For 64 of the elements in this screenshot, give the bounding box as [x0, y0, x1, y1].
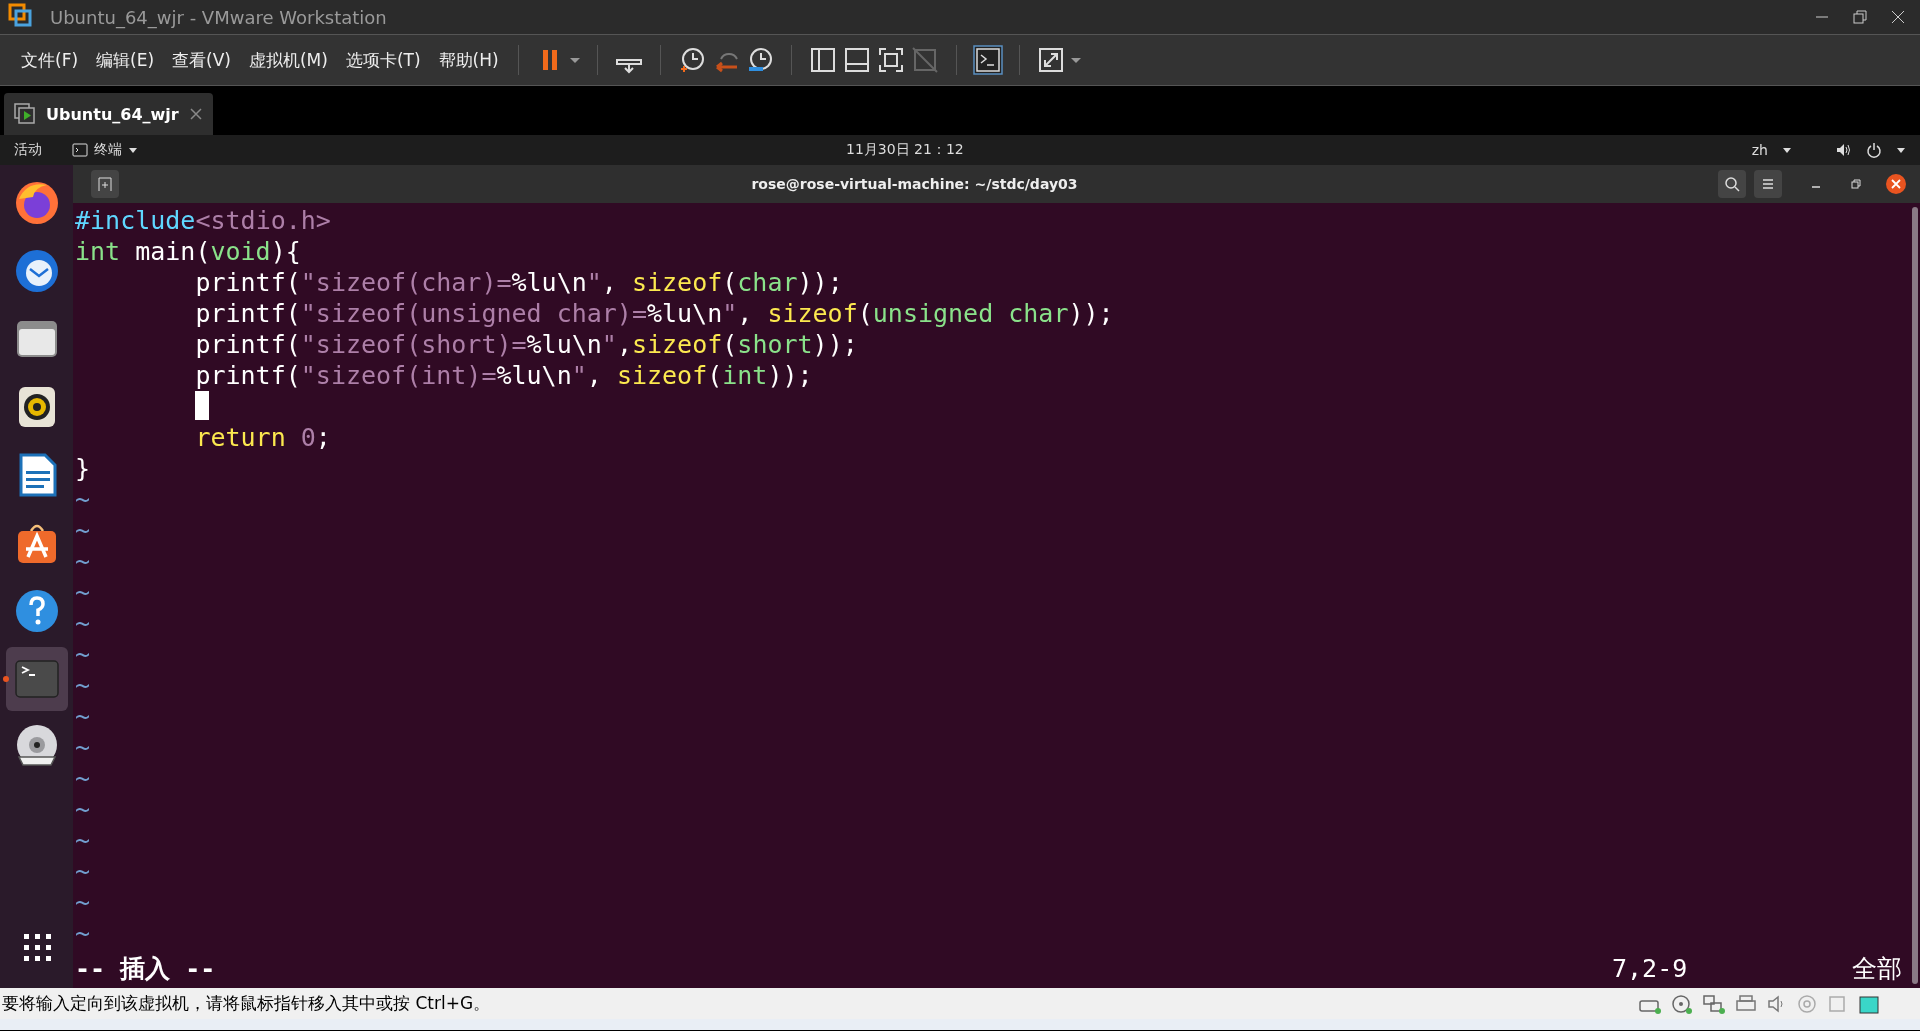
vm-tab[interactable]: Ubuntu_64_wjr	[4, 93, 213, 135]
empty-line-marker: ~	[75, 515, 92, 546]
status-message: 要将输入定向到该虚拟机，请将鼠标指针移入其中或按 Ctrl+G。	[2, 992, 492, 1015]
code-line: return 0;	[194, 422, 332, 453]
scrollbar[interactable]	[1912, 207, 1918, 984]
input-method[interactable]: zh	[1751, 142, 1768, 158]
empty-line-marker: ~	[75, 701, 92, 732]
vm-icon	[14, 103, 36, 125]
empty-line-marker: ~	[75, 732, 92, 763]
restore-icon[interactable]	[1849, 177, 1863, 191]
code-line: printf("sizeof(short)=%lu\n",sizeof(short));	[194, 329, 859, 360]
text-cursor	[195, 391, 210, 420]
close-icon[interactable]	[1885, 173, 1907, 195]
menu-item[interactable]: 文件(F)	[12, 48, 88, 72]
menu-icon	[1760, 176, 1776, 192]
cd-icon[interactable]	[1670, 992, 1694, 1015]
menu-item[interactable]: 选项卡(T)	[336, 48, 430, 72]
empty-line-marker: ~	[75, 887, 92, 918]
search-icon	[1724, 176, 1740, 192]
app-grid-icon[interactable]	[21, 932, 52, 962]
menu-item[interactable]: 查看(V)	[163, 48, 240, 72]
empty-line-marker: ~	[75, 918, 92, 949]
empty-line-marker: ~	[75, 670, 92, 701]
code-line: printf("sizeof(char)=%lu\n", sizeof(char));	[194, 267, 844, 298]
app-menu[interactable]: 终端	[94, 141, 122, 159]
empty-line-marker: ~	[75, 825, 92, 856]
empty-line-marker: ~	[75, 577, 92, 608]
network-icon[interactable]	[1702, 992, 1726, 1015]
restore-icon[interactable]	[1852, 9, 1868, 25]
new-tab-icon	[97, 176, 113, 192]
scroll-position: 全部	[1852, 953, 1902, 984]
empty-line-marker: ~	[75, 856, 92, 887]
menu-item[interactable]: 虚拟机(M)	[239, 48, 337, 72]
caret-icon[interactable]	[1896, 145, 1906, 155]
app-logo-icon	[8, 3, 32, 27]
terminal-title: rose@rose-virtual-machine: ~/stdc/day03	[750, 176, 1079, 192]
terminal-icon	[72, 143, 88, 157]
power-icon[interactable]	[1866, 142, 1882, 158]
empty-line-marker: ~	[75, 763, 92, 794]
code-line: #include<stdio.h>	[75, 205, 332, 236]
new-tab-button[interactable]	[91, 170, 119, 198]
code-line: int main(void){	[75, 236, 302, 267]
caret-icon[interactable]	[1782, 145, 1792, 155]
menu-item[interactable]: 编辑(E)	[87, 48, 164, 72]
empty-line-marker: ~	[75, 608, 92, 639]
menu-item[interactable]: 帮助(H)	[429, 48, 508, 72]
empty-line-marker: ~	[75, 794, 92, 825]
console-icon[interactable]	[972, 45, 1003, 75]
search-button[interactable]	[1718, 170, 1746, 198]
empty-line-marker: ~	[75, 484, 92, 515]
caret-icon[interactable]	[128, 145, 138, 155]
empty-line-marker: ~	[75, 639, 92, 670]
code-line: printf("sizeof(unsigned char)=%lu\n", sizeof(unsigned char));	[194, 298, 1115, 329]
vim-mode: -- 插入 --	[75, 953, 217, 984]
close-icon[interactable]	[1890, 9, 1906, 25]
clock[interactable]: 11月30日 21：12	[138, 141, 1752, 159]
cursor-position: 7,2-9	[1612, 953, 1689, 984]
code-line: }	[75, 453, 92, 484]
volume-icon[interactable]	[1836, 142, 1852, 158]
code-line: printf("sizeof(int)=%lu\n", sizeof(int));	[194, 360, 814, 391]
empty-line-marker: ~	[75, 546, 92, 577]
window-title: Ubuntu_64_wjr - VMware Workstation	[50, 6, 388, 28]
activities-button[interactable]: 活动	[14, 141, 42, 159]
menu-button[interactable]	[1754, 170, 1782, 198]
